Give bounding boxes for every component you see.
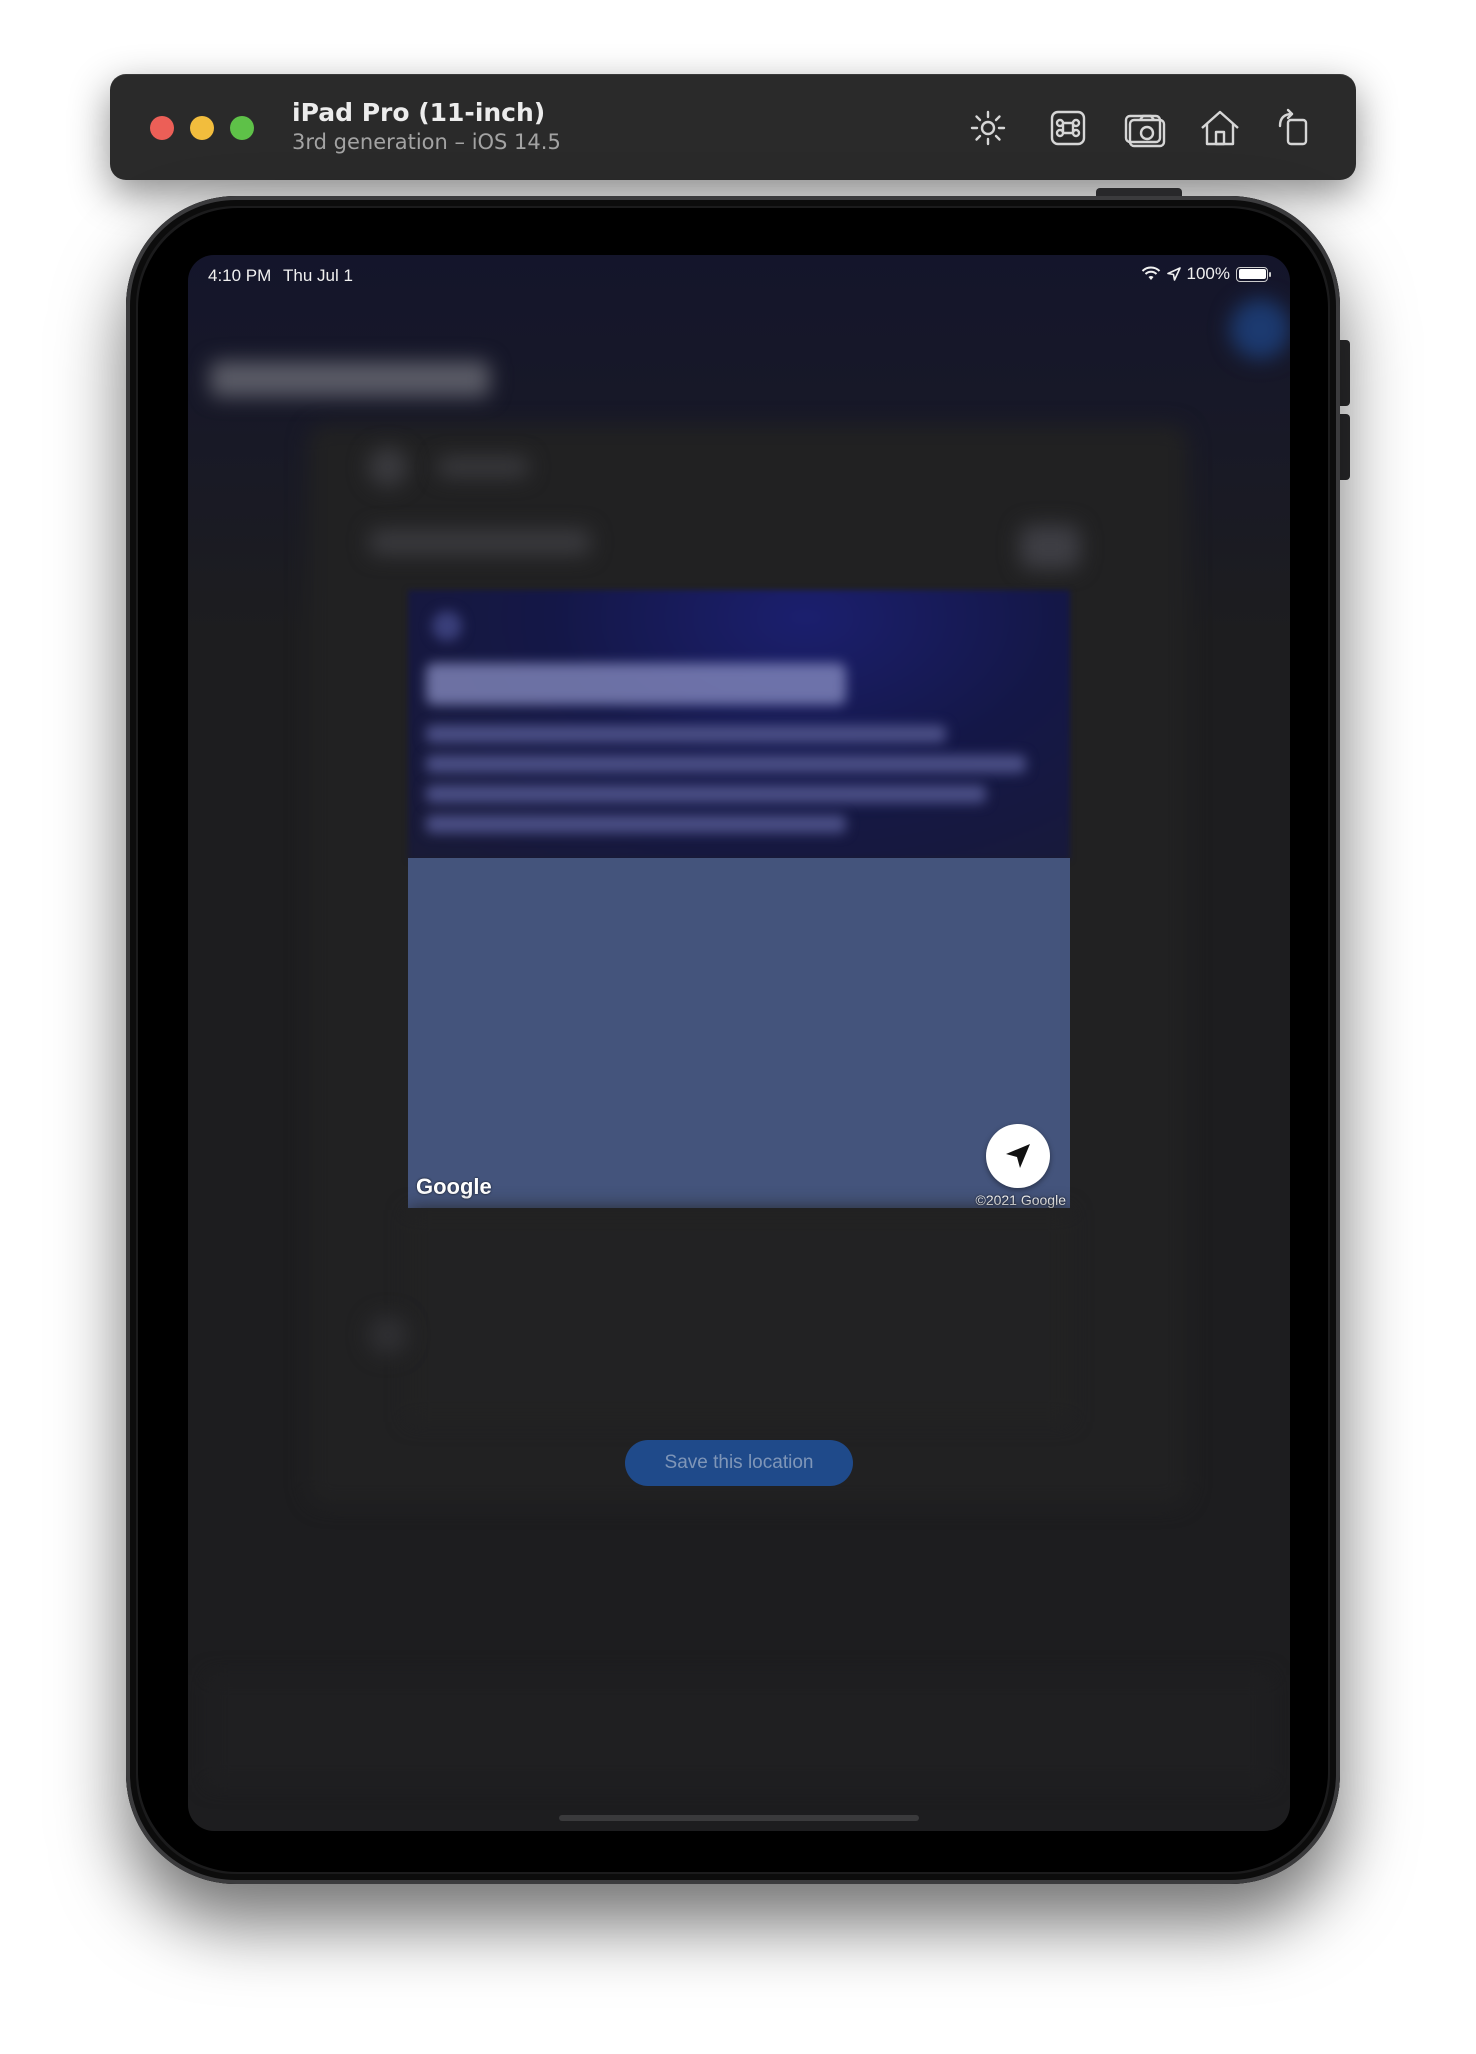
minimize-window-button[interactable] <box>190 116 214 140</box>
blurred-icon <box>368 1315 408 1355</box>
screenshot-camera-icon[interactable] <box>1120 104 1168 152</box>
blurred-page-title <box>210 361 490 397</box>
device-title: iPad Pro (11-inch) <box>292 98 546 127</box>
ipad-screen: 4:10 PM Thu Jul 1 100% Google ©2021 Goog… <box>188 255 1290 1831</box>
blurred-avatar <box>1230 299 1290 359</box>
brightness-icon[interactable] <box>964 104 1012 152</box>
blurred-close-icon <box>432 611 462 641</box>
rotate-icon[interactable] <box>1270 104 1318 152</box>
location-services-icon <box>1166 267 1181 281</box>
battery-percent: 100% <box>1186 264 1230 283</box>
blurred-modal-text <box>426 815 846 833</box>
map-view[interactable]: Google ©2021 Google <box>408 858 1070 1208</box>
status-date: Thu Jul 1 <box>283 266 353 285</box>
blurred-label <box>438 457 528 477</box>
status-time: 4:10 PM <box>208 266 272 285</box>
volume-down-button <box>1340 414 1350 480</box>
wifi-icon <box>1141 266 1160 280</box>
close-window-button[interactable] <box>150 116 174 140</box>
location-arrow-icon <box>1006 1144 1030 1168</box>
blurred-tab-bar <box>208 1675 1270 1785</box>
status-bar: 4:10 PM Thu Jul 1 100% <box>188 255 1290 295</box>
device-top-button <box>1096 188 1182 196</box>
blurred-modal-text <box>426 755 1026 773</box>
simulator-toolbar: iPad Pro (11-inch) 3rd generation – iOS … <box>110 74 1356 180</box>
battery-level <box>1238 269 1266 279</box>
home-indicator[interactable] <box>559 1815 919 1821</box>
status-right: 100% <box>1141 264 1271 284</box>
home-icon[interactable] <box>1196 104 1244 152</box>
blurred-modal-text <box>426 785 986 803</box>
blurred-icon <box>368 447 408 487</box>
blurred-modal-title <box>426 663 846 705</box>
blurred-modal-text <box>426 725 946 743</box>
save-location-button[interactable]: Save this location <box>625 1440 853 1486</box>
zoom-window-button[interactable] <box>230 116 254 140</box>
battery-icon <box>1236 266 1271 282</box>
volume-up-button <box>1340 340 1350 406</box>
blurred-label <box>370 529 590 555</box>
blurred-button <box>1020 525 1080 569</box>
my-location-button[interactable] <box>986 1124 1050 1188</box>
blurred-modal-body <box>408 1210 1070 1422</box>
command-key-icon[interactable] <box>1044 104 1092 152</box>
device-subtitle: 3rd generation – iOS 14.5 <box>292 130 561 154</box>
map-copyright: ©2021 Google <box>975 1192 1067 1208</box>
google-logo: Google <box>416 1174 492 1199</box>
